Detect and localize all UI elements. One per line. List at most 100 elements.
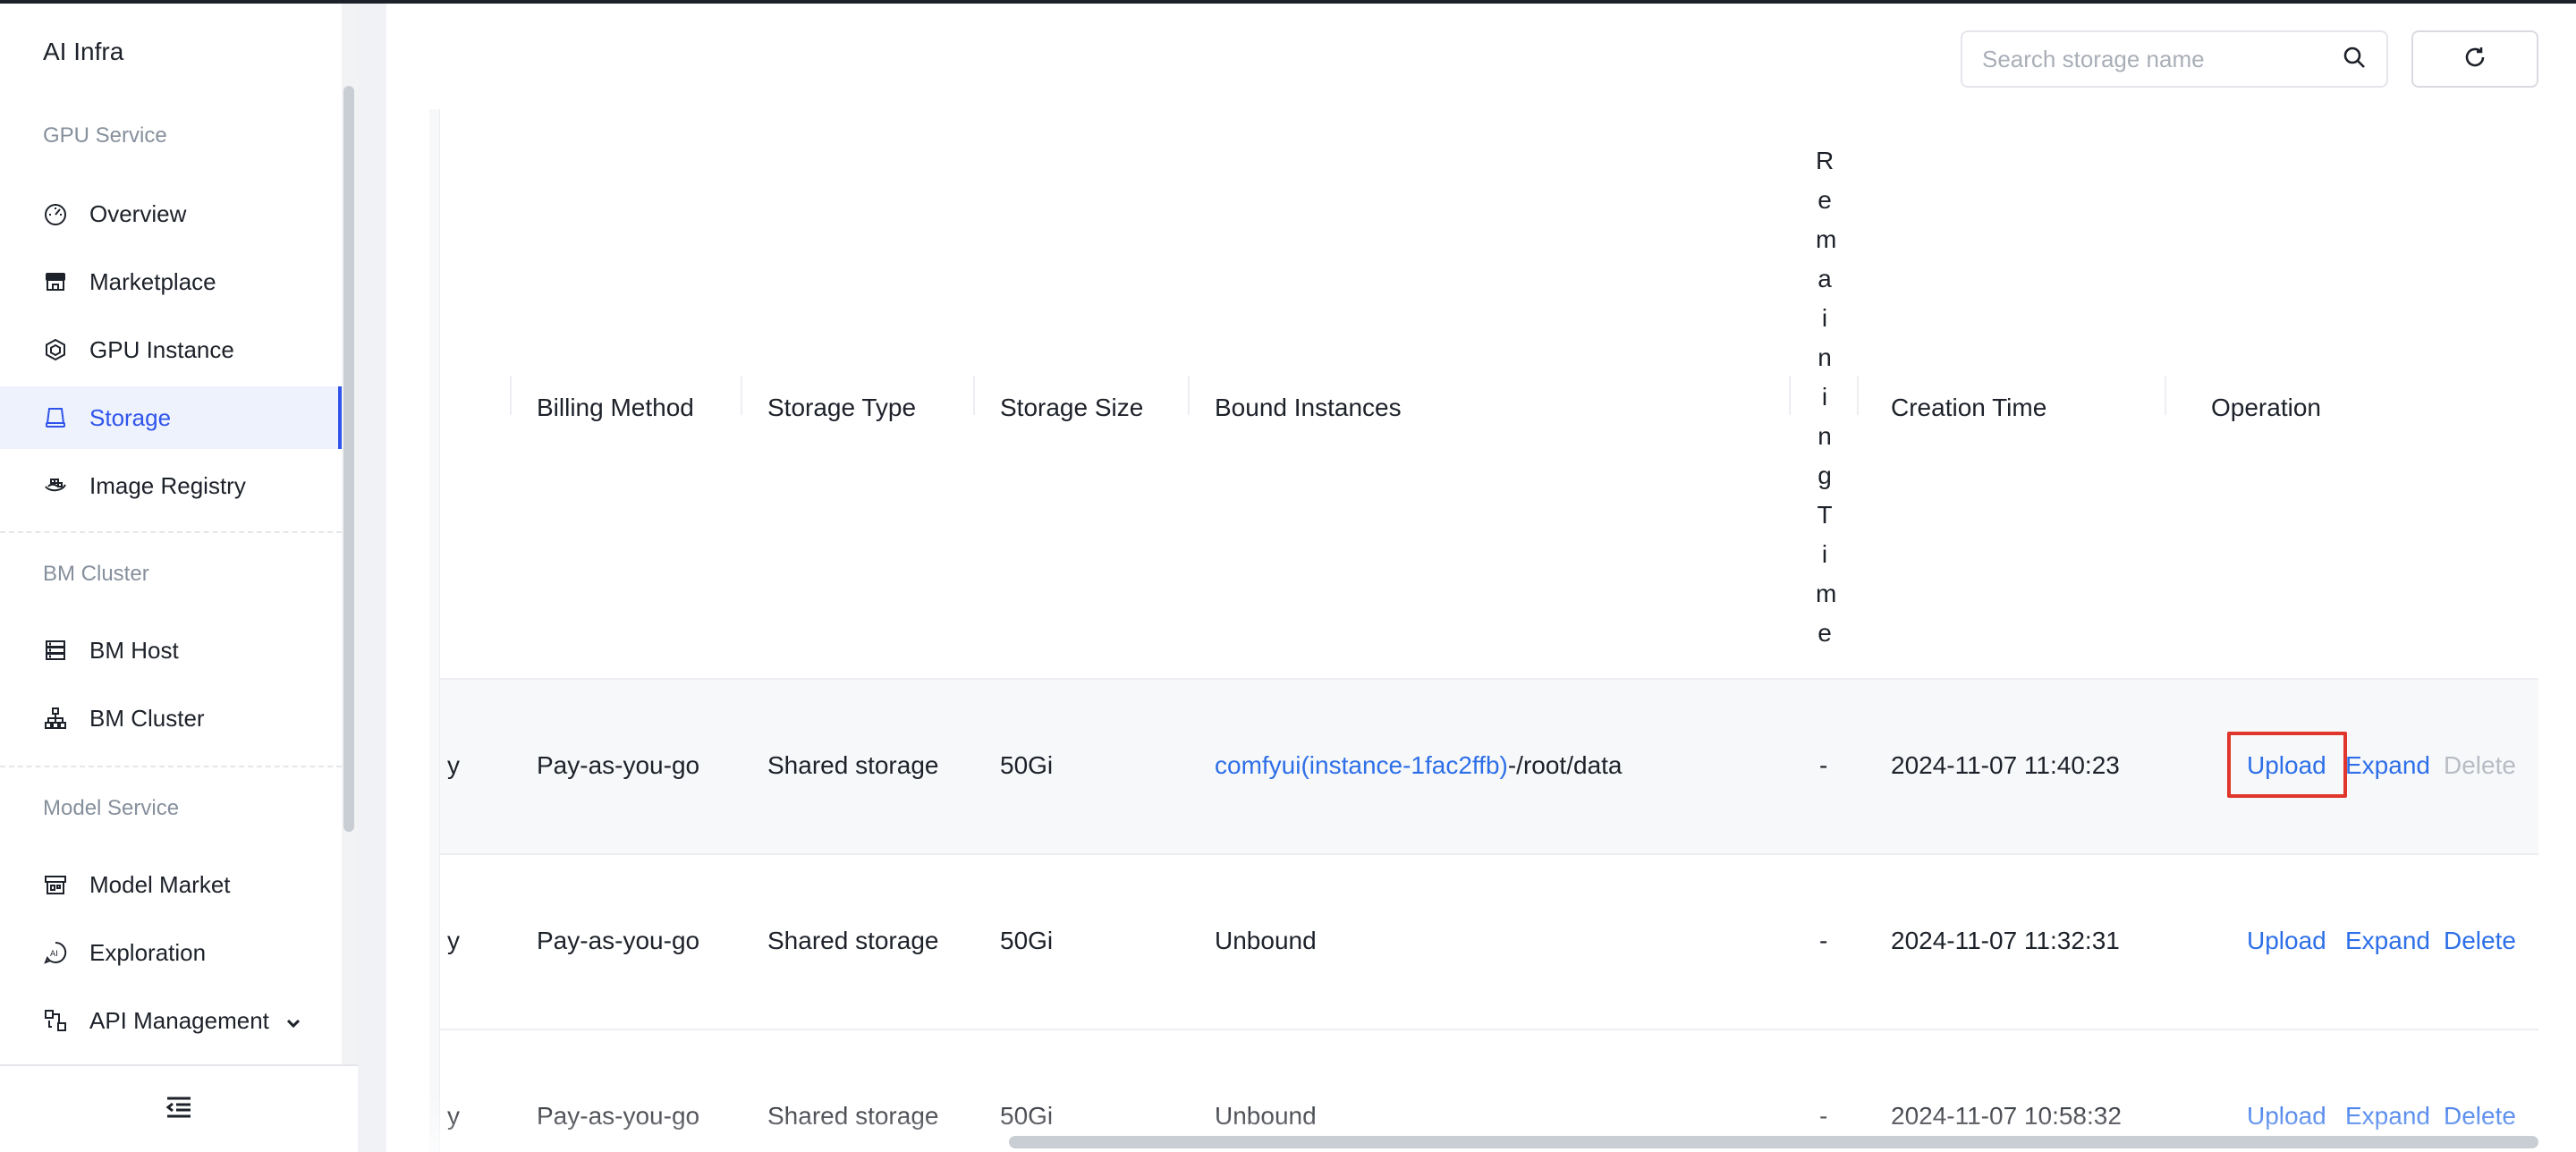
cell-remaining-time: - xyxy=(1819,1102,1828,1130)
expand-button[interactable]: Expand xyxy=(2345,927,2430,955)
cell-storage-size: 50Gi xyxy=(1000,751,1054,779)
sidebar-item-label: Image Registry xyxy=(89,471,246,499)
collapse-menu-icon[interactable] xyxy=(165,1096,192,1123)
sidebar-group-bm-cluster: BM Cluster xyxy=(43,562,149,586)
delete-button[interactable]: Delete xyxy=(2444,927,2516,955)
cell-bound-instances: Unbound xyxy=(1215,927,1317,954)
sidebar-item-api-management[interactable]: API Management xyxy=(0,989,342,1052)
cell-truncated: y xyxy=(447,927,460,954)
sidebar-item-storage[interactable]: Storage xyxy=(0,386,342,449)
sidebar: AI Infra GPU Service Overview Marketplac… xyxy=(0,0,358,1152)
cell-storage-type: Shared storage xyxy=(767,751,939,779)
storage-table: Billing Method Storage Type Storage Size… xyxy=(429,109,2538,1152)
api-icon xyxy=(43,1008,68,1033)
sidebar-item-label: Marketplace xyxy=(89,267,216,295)
column-header-operation: Operation xyxy=(2211,394,2321,421)
expand-button[interactable]: Expand xyxy=(2345,1102,2430,1131)
sidebar-item-exploration[interactable]: AI Exploration xyxy=(0,921,342,984)
cell-billing-method: Pay-as-you-go xyxy=(537,1102,700,1130)
svg-text:AI: AI xyxy=(50,950,58,959)
sidebar-item-label: Exploration xyxy=(89,938,207,966)
sidebar-item-label: Overview xyxy=(89,199,187,227)
cell-truncated: y xyxy=(447,1102,460,1130)
cell-remaining-time: - xyxy=(1819,927,1828,954)
table-row: y Pay-as-you-go Shared storage 50Gi Unbo… xyxy=(440,853,2538,1029)
sidebar-item-label: BM Cluster xyxy=(89,704,205,732)
dashboard-icon xyxy=(43,201,68,226)
cell-creation-time: 2024-11-07 11:40:23 xyxy=(1891,751,2120,779)
chevron-down-icon[interactable] xyxy=(284,1011,302,1038)
cell-storage-type: Shared storage xyxy=(767,1102,939,1130)
table-left-edge xyxy=(429,109,440,1152)
sidebar-divider xyxy=(0,766,342,767)
column-header-billing-method: Billing Method xyxy=(537,394,694,421)
upload-button[interactable]: Upload xyxy=(2247,751,2326,780)
cell-bound-instances: Unbound xyxy=(1215,1102,1317,1130)
cell-billing-method: Pay-as-you-go xyxy=(537,751,700,779)
sidebar-group-gpu-service: GPU Service xyxy=(43,123,167,148)
column-separator xyxy=(1188,376,1190,415)
column-separator xyxy=(2165,376,2166,415)
sidebar-scrollbar[interactable] xyxy=(343,86,354,832)
main-content: Billing Method Storage Type Storage Size… xyxy=(386,0,2576,1152)
sidebar-item-label: Model Market xyxy=(89,870,231,898)
search-icon[interactable] xyxy=(2342,45,2367,74)
delete-button[interactable]: Delete xyxy=(2444,1102,2516,1131)
column-separator xyxy=(1857,376,1859,415)
cell-storage-size: 50Gi xyxy=(1000,1102,1054,1130)
bound-path: -/root/data xyxy=(1507,751,1623,779)
sidebar-item-bm-host[interactable]: BM Host xyxy=(0,619,342,682)
column-separator xyxy=(1789,376,1791,415)
expand-button[interactable]: Expand xyxy=(2345,751,2430,780)
column-header-creation-time: Creation Time xyxy=(1891,394,2047,421)
store-icon xyxy=(43,269,68,294)
app-title: AI Infra xyxy=(43,38,124,65)
sidebar-item-model-market[interactable]: Model Market xyxy=(0,853,342,916)
column-header-bound-instances: Bound Instances xyxy=(1215,394,1402,421)
sidebar-item-bm-cluster[interactable]: BM Cluster xyxy=(0,687,342,750)
cell-creation-time: 2024-11-07 10:58:32 xyxy=(1891,1102,2122,1130)
registry-icon xyxy=(43,473,68,498)
sidebar-item-image-registry[interactable]: Image Registry xyxy=(0,454,342,517)
window-top-border xyxy=(0,0,2576,4)
disk-icon xyxy=(43,405,68,430)
sidebar-divider xyxy=(0,531,342,533)
ai-chat-icon: AI xyxy=(43,940,68,965)
cell-truncated: y xyxy=(447,751,460,779)
cell-remaining-time: - xyxy=(1819,751,1828,779)
column-header-remaining-time: RemainingTime xyxy=(1816,147,1837,647)
cell-creation-time: 2024-11-07 11:32:31 xyxy=(1891,927,2120,954)
cell-billing-method: Pay-as-you-go xyxy=(537,927,700,954)
sidebar-item-label: API Management xyxy=(89,1006,269,1034)
refresh-button[interactable] xyxy=(2411,30,2538,88)
column-header-storage-type: Storage Type xyxy=(767,394,917,421)
upload-button[interactable]: Upload xyxy=(2247,927,2326,955)
column-header-storage-size: Storage Size xyxy=(1000,394,1144,421)
sidebar-scroll-area: AI Infra GPU Service Overview Marketplac… xyxy=(0,0,358,1064)
sidebar-item-label: Storage xyxy=(89,403,172,431)
sidebar-item-overview[interactable]: Overview xyxy=(0,182,342,245)
cell-bound-instances: comfyui(instance-1fac2ffb)-/root/data xyxy=(1215,751,1623,780)
column-separator xyxy=(973,376,975,415)
horizontal-scrollbar[interactable] xyxy=(1009,1136,2538,1148)
sidebar-group-model-service: Model Service xyxy=(43,796,180,820)
refresh-icon xyxy=(2462,45,2487,74)
table-row: y Pay-as-you-go Shared storage 50Gi comf… xyxy=(440,678,2538,853)
sidebar-item-label: BM Host xyxy=(89,636,179,664)
sidebar-item-label: GPU Instance xyxy=(89,335,234,363)
search-input[interactable] xyxy=(1982,45,2342,73)
column-separator xyxy=(741,376,742,415)
sidebar-footer xyxy=(0,1064,358,1152)
search-box[interactable] xyxy=(1961,30,2388,88)
cell-storage-type: Shared storage xyxy=(767,927,939,954)
sidebar-item-marketplace[interactable]: Marketplace xyxy=(0,250,342,313)
chip-icon xyxy=(43,337,68,362)
column-separator xyxy=(510,376,512,415)
sidebar-item-gpu-instance[interactable]: GPU Instance xyxy=(0,318,342,381)
upload-button[interactable]: Upload xyxy=(2247,1102,2326,1131)
cluster-icon xyxy=(43,706,68,731)
cell-storage-size: 50Gi xyxy=(1000,927,1054,954)
bound-instance-link[interactable]: comfyui(instance-1fac2ffb) xyxy=(1215,751,1508,779)
table-row: y Pay-as-you-go Shared storage 50Gi Unbo… xyxy=(440,1029,2538,1152)
delete-button-disabled: Delete xyxy=(2444,751,2516,779)
